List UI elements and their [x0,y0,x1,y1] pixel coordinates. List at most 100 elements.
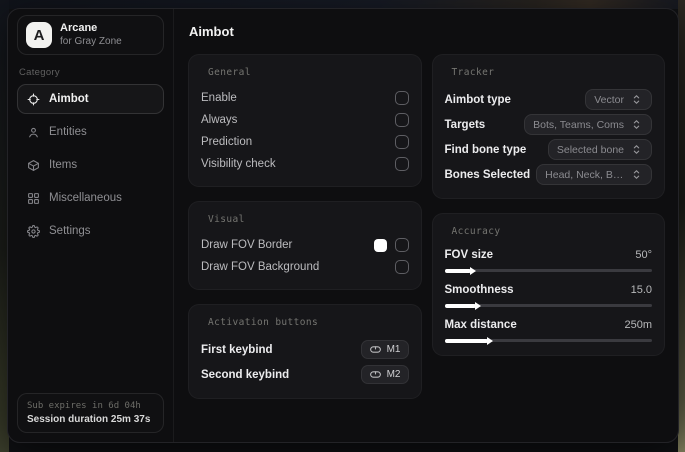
sidebar-item-miscellaneous[interactable]: Miscellaneous [17,183,164,213]
dropdown-value: Vector [594,93,624,106]
sub-expires-text: Sub expires in 6d 04h [27,401,141,411]
checkbox[interactable] [394,91,409,105]
slider-value: 15.0 [630,284,652,296]
general-row: Visibility check [201,153,409,175]
slider-value: 50° [635,249,652,261]
visual-row-controls [373,238,409,252]
gear-icon [26,224,40,238]
subscription-card: Sub expires in 6d 04h Session duration 2… [17,393,164,433]
keybind-row: First keybind M1 [201,337,409,362]
tracker-row-label: Aimbot type [444,93,511,106]
visual-row: Draw FOV Border [201,234,409,256]
tracker-row-label: Find bone type [444,143,527,156]
slider-header: FOV size 50° [445,246,653,264]
session-duration-text: Session duration 25m 37s [27,414,151,425]
general-row-label: Always [201,114,238,126]
keybind-value: M1 [386,344,401,355]
crosshair-icon [26,93,40,106]
keybind-button[interactable]: M1 [360,340,409,359]
visual-row: Draw FOV Background [201,256,409,278]
tracker-row: Aimbot type Vector [444,87,652,112]
slider-value: 250m [624,319,652,331]
app-window: A Arcane for Gray Zone Category Aimbot En… [7,8,679,443]
background-bottom [0,442,685,452]
dropdown-targets[interactable]: Bots, Teams, Coms [524,114,652,135]
general-row-label: Visibility check [201,158,276,170]
card-visual: Visual Draw FOV Border Draw FOV Backgroun… [188,201,422,290]
card-tracker: Tracker Aimbot type Vector Targets Bots, Te… [431,54,665,199]
general-row: Prediction [201,131,409,153]
main-content: Aimbot General Enable Always Prediction Vis… [174,9,678,442]
checkbox[interactable] [394,238,409,252]
chevrons-up-down-icon [630,93,643,106]
sidebar-item-label: Miscellaneous [49,192,122,205]
keybind-label: First keybind [201,343,273,356]
keybind-button[interactable]: M2 [360,365,409,384]
color-swatch[interactable] [373,238,387,252]
slider-label: FOV size [444,249,494,261]
card-activation-buttons: Activation buttons First keybind M1 Second… [188,304,422,399]
general-row-label: Enable [201,92,237,104]
sidebar-item-entities[interactable]: Entities [17,117,164,147]
sidebar-item-aimbot[interactable]: Aimbot [17,84,164,115]
slider-track[interactable] [444,303,652,308]
slider-fill [444,268,472,273]
box-icon [26,159,40,172]
general-row: Always [201,109,409,131]
checkbox[interactable] [394,260,409,274]
card-accuracy-title: Accuracy [451,226,501,237]
dropdown-bones-selected[interactable]: Head, Neck, Body, Pe.. [536,164,652,185]
dropdown-value: Selected bone [556,143,624,156]
sidebar-item-items[interactable]: Items [17,150,164,180]
card-general: General Enable Always Prediction Visibility… [188,54,422,187]
visual-row-label: Draw FOV Background [201,261,320,273]
general-row: Enable [201,87,409,109]
category-label: Category [19,67,60,79]
sidebar-item-label: Items [49,159,78,172]
slider-header: Smoothness 15.0 [445,281,653,299]
sidebar-item-label: Entities [49,126,87,139]
visual-row-label: Draw FOV Border [201,239,293,251]
dropdown-value: Bots, Teams, Coms [533,118,624,131]
card-activation-title: Activation buttons [208,317,319,328]
tracker-row: Bones Selected Head, Neck, Body, Pe.. [444,162,652,187]
brand-logo: A [26,22,52,49]
checkbox[interactable] [394,157,409,171]
sidebar: A Arcane for Gray Zone Category Aimbot En… [8,9,174,442]
page-title: Aimbot [189,24,234,39]
mouse-icon [369,368,382,381]
slider-fill [444,338,489,343]
sidebar-item-label: Settings [49,225,91,238]
slider-header: Max distance 250m [445,316,653,334]
slider-label: Max distance [444,319,517,331]
tracker-row-label: Bones Selected [444,168,531,181]
card-tracker-title: Tracker [451,67,495,78]
brand-subtitle: for Gray Zone [60,35,122,47]
brand-card: A Arcane for Gray Zone [17,15,164,56]
general-row-label: Prediction [201,136,253,148]
visual-row-controls [394,260,409,274]
slider-track[interactable] [444,338,652,343]
chevrons-up-down-icon [630,168,643,181]
slider-track[interactable] [444,268,652,273]
brand-name: Arcane [60,22,98,34]
card-general-title: General [208,67,251,78]
tracker-row: Targets Bots, Teams, Coms [444,112,652,137]
sidebar-menu: Aimbot Entities Items Miscellaneous Settings [17,84,164,246]
dropdown-aimbot-type[interactable]: Vector [585,89,652,110]
chevrons-up-down-icon [630,143,643,156]
slider-fill [444,303,476,308]
sidebar-item-settings[interactable]: Settings [17,216,164,246]
mouse-icon [369,343,382,356]
card-visual-title: Visual [208,214,245,225]
dropdown-find-bone-type[interactable]: Selected bone [547,139,652,160]
checkbox[interactable] [394,113,409,127]
slider-label: Smoothness [444,284,514,296]
card-accuracy: Accuracy FOV size 50° Smoothness 15.0 Max di… [431,213,665,356]
entities-icon [26,126,40,139]
grid-icon [26,192,40,205]
sidebar-item-label: Aimbot [49,93,89,106]
slider-fov-size: FOV size 50° [444,246,653,273]
tracker-row-label: Targets [444,118,486,131]
checkbox[interactable] [394,135,409,149]
